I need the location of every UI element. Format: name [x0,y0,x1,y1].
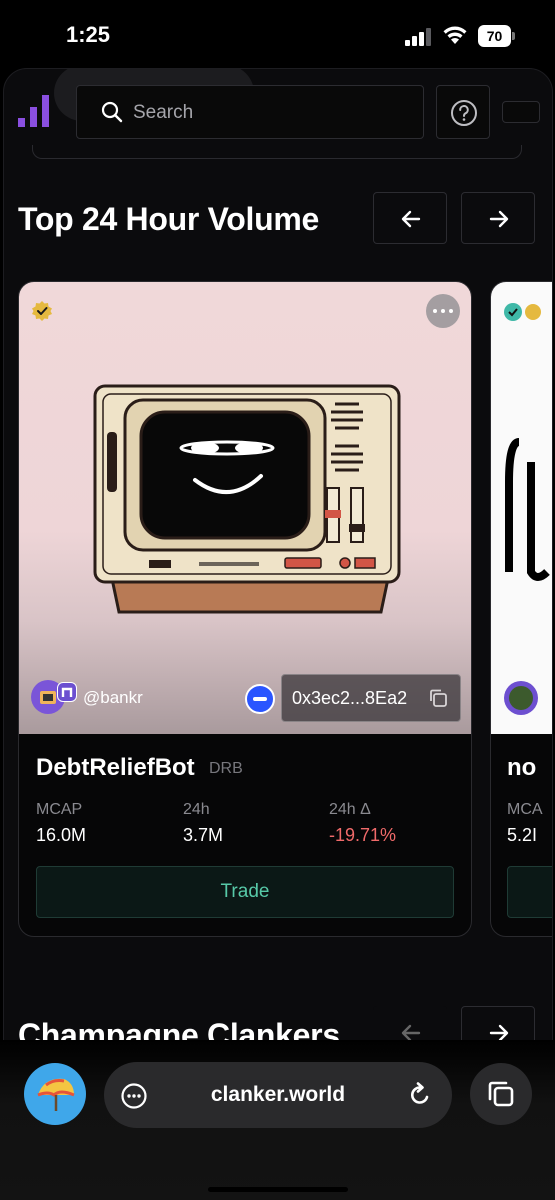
contract-address: 0x3ec2...8Ea2 [292,688,408,708]
header-divider [32,145,522,159]
base-chain-icon [245,684,275,714]
token-ticker: DRB [209,760,243,777]
creator-badge-icon [57,682,77,702]
next-token-image[interactable] [491,282,552,734]
search-input[interactable] [133,98,403,128]
arrow-right-icon [489,210,509,228]
profile-avatar-button[interactable] [24,1063,86,1125]
section-title-top-volume: Top 24 Hour Volume [18,201,319,237]
battery-level: 70 [478,25,511,47]
status-time: 1:25 [66,22,111,47]
stat-label-24h-volume: 24h [183,801,210,818]
help-button[interactable] [436,85,490,139]
search-icon [101,101,123,123]
next-token-name: no [507,754,537,781]
arrow-left-icon [401,210,421,228]
more-options-button[interactable] [426,294,460,328]
contract-address-chip[interactable]: 0x3ec2...8Ea2 [281,674,461,722]
reload-icon[interactable] [407,1082,433,1108]
tabs-button[interactable] [470,1063,532,1125]
cellular-signal-icon [405,28,431,46]
carousel-prev-button[interactable] [373,192,447,244]
stat-label-24h-change: 24h Δ [329,801,371,818]
stat-label-mcap: MCAP [36,801,83,818]
stat-value-24h-volume: 3.7M [183,825,224,845]
token-card[interactable]: @bankr 0x3ec2...8Ea2 DebtReliefBot DRB M… [18,281,472,937]
status-bar: 1:25 70 [0,0,555,70]
umbrella-icon [37,1078,75,1111]
browser-address-bar[interactable]: clanker.world [104,1062,452,1128]
creator-handle[interactable]: @bankr [83,688,143,708]
next-token-card[interactable]: no MCA 5.2I [490,281,552,937]
next-trade-button[interactable] [507,866,552,918]
tabs-icon [488,1081,514,1107]
clanker-logo-icon[interactable] [18,95,52,129]
help-icon [451,100,477,126]
next-stat-value: 5.2I [507,825,538,845]
stat-value-mcap: 16.0M [36,825,87,845]
token-image[interactable]: @bankr 0x3ec2...8Ea2 [19,282,471,734]
more-dots-icon [433,309,453,313]
token-name: DebtReliefBot [36,754,195,781]
trade-button[interactable]: Trade [36,866,454,918]
search-bar[interactable] [76,85,424,139]
browser-url[interactable]: clanker.world [104,1083,452,1107]
next-stat-label: MCA [507,801,543,818]
battery-indicator: 70 [478,25,515,47]
app-frame: Top 24 Hour Volume [3,68,553,1068]
wifi-icon [443,26,467,44]
browser-toolbar: clanker.world [0,1040,555,1200]
carousel-next-button[interactable] [461,192,535,244]
retro-tv-artwork [93,384,401,614]
home-indicator [208,1187,348,1192]
header-menu-button[interactable] [502,101,540,123]
copy-icon[interactable] [428,688,448,708]
verified-badge-icon [32,301,52,321]
stat-value-24h-change: -19.71% [329,825,397,845]
